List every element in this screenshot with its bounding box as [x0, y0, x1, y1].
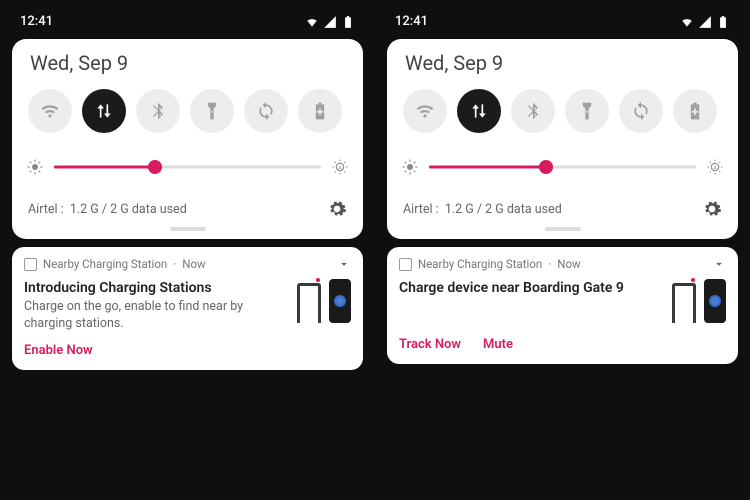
- brightness-thumb[interactable]: [539, 160, 553, 174]
- notification-title: Introducing Charging Stations: [24, 279, 287, 297]
- wifi-icon: [40, 101, 60, 121]
- notification-description: Charge on the go, enable to find near by…: [24, 299, 287, 333]
- notification-action-mute[interactable]: Mute: [483, 337, 513, 352]
- quick-settings-panel: Wed, Sep 9 A Airtel : 1.2 G / 2 G data u…: [387, 39, 738, 239]
- chevron-down-icon[interactable]: [712, 257, 726, 271]
- data-usage-row: Airtel : 1.2 G / 2 G data used: [26, 197, 349, 223]
- notification-app-label: Nearby Charging Station · Now: [24, 257, 206, 271]
- wifi-icon: [415, 101, 435, 121]
- app-icon: [399, 258, 412, 271]
- notification-card[interactable]: Nearby Charging Station · Now Introducin…: [12, 247, 363, 370]
- qs-autorotate[interactable]: [244, 89, 288, 133]
- status-bar: 12:41: [12, 10, 363, 39]
- panel-date: Wed, Sep 9: [26, 51, 349, 75]
- signal-icon: [323, 15, 337, 29]
- qs-bluetooth[interactable]: [136, 89, 180, 133]
- wifi-icon: [305, 15, 319, 29]
- notification-actions: Track Now Mute: [399, 337, 726, 352]
- notification-header: Nearby Charging Station · Now: [399, 257, 726, 271]
- notification-title: Charge device near Boarding Gate 9: [399, 279, 662, 297]
- quick-settings-row: [401, 89, 724, 133]
- qs-wifi[interactable]: [28, 89, 72, 133]
- bluetooth-icon: [523, 101, 543, 121]
- status-icons: [305, 15, 355, 29]
- battery-plus-icon: [685, 101, 705, 121]
- notification-art: [670, 279, 726, 327]
- chevron-down-icon[interactable]: [337, 257, 351, 271]
- status-icons: [680, 15, 730, 29]
- qs-flashlight[interactable]: [565, 89, 609, 133]
- brightness-auto-icon[interactable]: A: [331, 158, 349, 176]
- status-time: 12:41: [395, 14, 428, 29]
- flashlight-icon: [202, 101, 222, 121]
- data-usage-row: Airtel : 1.2 G / 2 G data used: [401, 197, 724, 223]
- brightness-auto-icon[interactable]: A: [706, 158, 724, 176]
- notification-header: Nearby Charging Station · Now: [24, 257, 351, 271]
- notification-action-track[interactable]: Track Now: [399, 337, 461, 352]
- panel-handle[interactable]: [545, 227, 581, 231]
- phone-frame-left: 12:41 Wed, Sep 9 A Airtel : 1.: [0, 0, 375, 500]
- battery-plus-icon: [310, 101, 330, 121]
- settings-gear-icon[interactable]: [702, 199, 722, 219]
- qs-autorotate[interactable]: [619, 89, 663, 133]
- battery-icon: [341, 15, 355, 29]
- panel-handle[interactable]: [170, 227, 206, 231]
- notification-art: [295, 279, 351, 327]
- qs-wifi[interactable]: [403, 89, 447, 133]
- data-usage-text: Airtel : 1.2 G / 2 G data used: [28, 202, 187, 217]
- brightness-fill: [54, 166, 155, 169]
- brightness-low-icon: [26, 158, 44, 176]
- qs-mobiledata[interactable]: [457, 89, 501, 133]
- brightness-slider[interactable]: [54, 153, 321, 181]
- qs-mobiledata[interactable]: [82, 89, 126, 133]
- data-arrows-icon: [469, 101, 489, 121]
- app-icon: [24, 258, 37, 271]
- qs-bluetooth[interactable]: [511, 89, 555, 133]
- brightness-low-icon: [401, 158, 419, 176]
- rotate-icon: [256, 101, 276, 121]
- signal-icon: [698, 15, 712, 29]
- brightness-thumb[interactable]: [148, 160, 162, 174]
- phone-frame-right: 12:41 Wed, Sep 9 A Airtel : 1.: [375, 0, 750, 500]
- quick-settings-row: [26, 89, 349, 133]
- notification-app-label: Nearby Charging Station · Now: [399, 257, 581, 271]
- quick-settings-panel: Wed, Sep 9 A Airtel : 1.2 G / 2 G data u…: [12, 39, 363, 239]
- rotate-icon: [631, 101, 651, 121]
- data-arrows-icon: [94, 101, 114, 121]
- notification-body: Charge device near Boarding Gate 9: [399, 279, 726, 327]
- data-usage-text: Airtel : 1.2 G / 2 G data used: [403, 202, 562, 217]
- qs-flashlight[interactable]: [190, 89, 234, 133]
- brightness-slider[interactable]: [429, 153, 696, 181]
- notification-card[interactable]: Nearby Charging Station · Now Charge dev…: [387, 247, 738, 364]
- bluetooth-icon: [148, 101, 168, 121]
- notification-actions: Enable Now: [24, 343, 351, 358]
- status-time: 12:41: [20, 14, 53, 29]
- svg-text:A: A: [713, 165, 717, 171]
- qs-batterysaver[interactable]: [673, 89, 717, 133]
- qs-batterysaver[interactable]: [298, 89, 342, 133]
- flashlight-icon: [577, 101, 597, 121]
- brightness-row: A: [401, 153, 724, 181]
- settings-gear-icon[interactable]: [327, 199, 347, 219]
- brightness-row: A: [26, 153, 349, 181]
- svg-text:A: A: [338, 165, 342, 171]
- notification-body: Introducing Charging Stations Charge on …: [24, 279, 351, 333]
- battery-icon: [716, 15, 730, 29]
- brightness-fill: [429, 166, 546, 169]
- wifi-icon: [680, 15, 694, 29]
- status-bar: 12:41: [387, 10, 738, 39]
- panel-date: Wed, Sep 9: [401, 51, 724, 75]
- notification-action-enable[interactable]: Enable Now: [24, 343, 93, 358]
